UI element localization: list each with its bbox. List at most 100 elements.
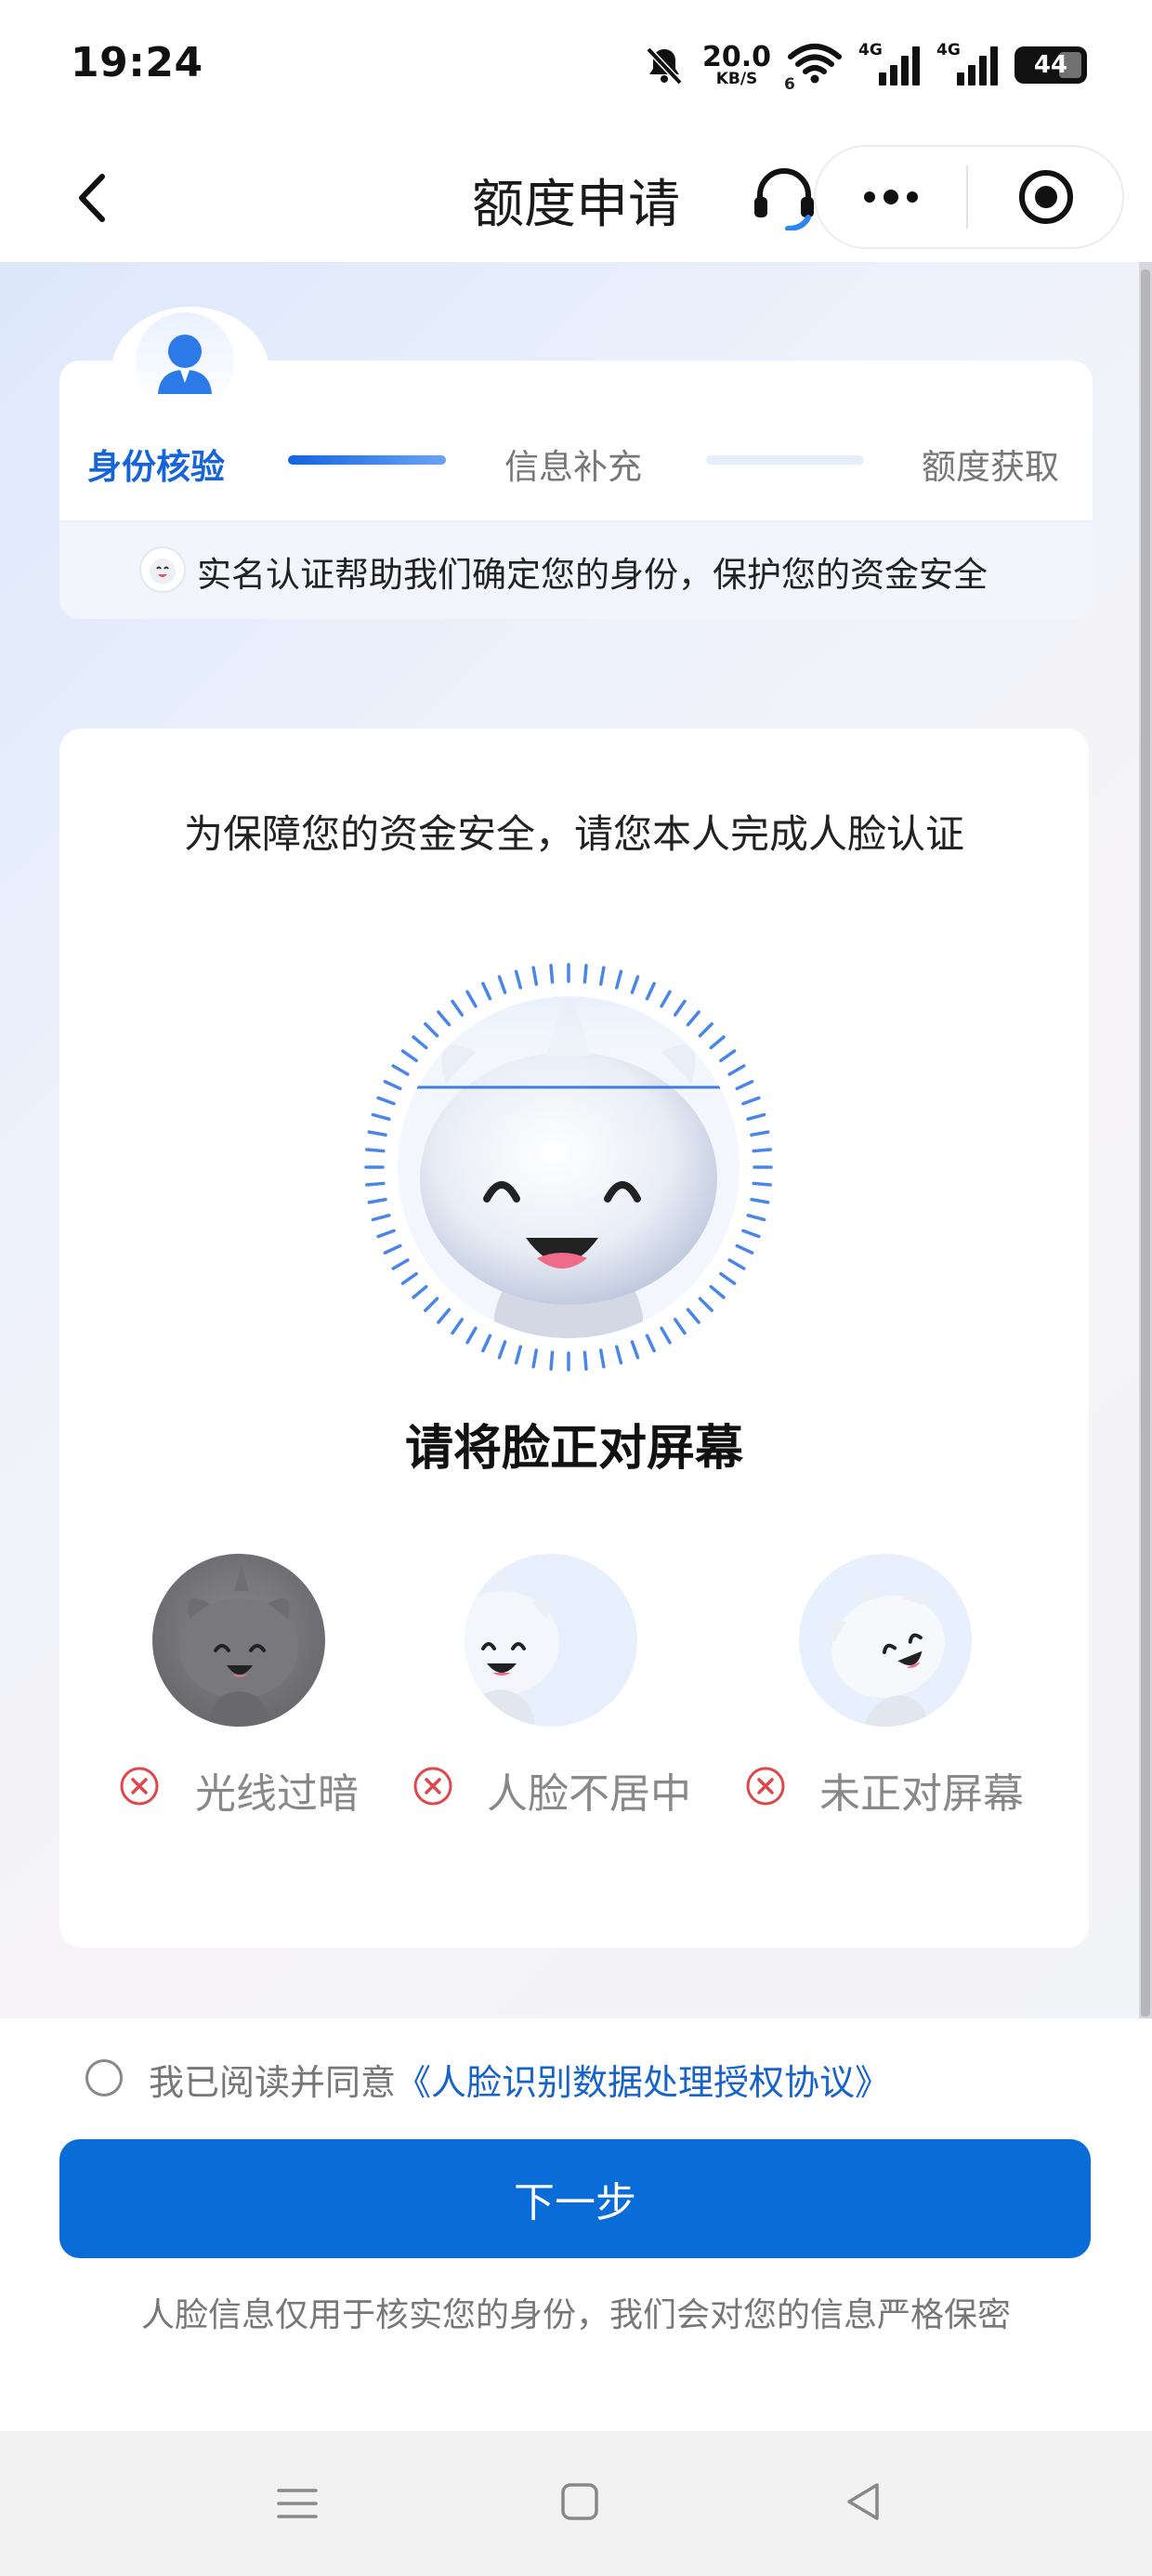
scrollbar-thumb[interactable] [1141,269,1150,2017]
scan-tick [746,1112,766,1121]
headset-icon[interactable] [747,165,821,230]
scan-tick [481,981,492,1001]
wifi-badge: 6 [784,75,795,94]
mascot-icon [139,546,186,593]
example-not-facing [799,1554,972,1727]
step-quota: 额度获取 [922,447,1059,487]
home-icon[interactable] [557,2479,602,2524]
scan-tick [531,966,539,986]
scan-tick [367,1197,387,1204]
example-label-off-center: 人脸不居中 [487,1770,691,1818]
agreement-text: 我已阅读并同意《人脸识别数据处理授权协议》 [149,2054,890,2105]
scan-tick [615,969,623,990]
scan-tick [709,1035,726,1050]
scan-tick [549,964,555,984]
scan-tick [735,1080,754,1091]
scan-tick [598,966,606,986]
scan-tick [750,1197,770,1204]
scan-tick [583,964,588,984]
error-circle-icon [120,1767,159,1806]
agreement-prefix: 我已阅读并同意 [149,2062,397,2103]
next-button[interactable]: 下一步 [59,2139,1091,2258]
agreement-checkbox[interactable] [85,2059,123,2096]
scan-tick [698,1022,713,1038]
step-info: 信息补充 [504,447,642,487]
scan-tick [376,1229,396,1239]
scan-tick [673,999,687,1017]
avatar [136,312,234,411]
scan-tick [598,1348,606,1369]
step-progress-bar-2 [706,455,864,465]
example-label-not-facing: 未正对屏幕 [819,1770,1024,1818]
agreement-link[interactable]: 《人脸识别数据处理授权协议》 [396,2062,890,2103]
target-icon[interactable] [1016,167,1076,227]
scan-tick [750,1130,770,1137]
scan-tick [497,975,507,994]
privacy-note: 人脸信息仅用于核实您的身份，我们会对您的信息严格保密 [140,2296,1011,2334]
scan-tick [645,981,656,1001]
scan-tick [660,990,672,1008]
scan-tick [645,1334,656,1353]
scan-tick [549,1350,555,1371]
scan-tick [383,1080,402,1091]
wifi-indicator: 6 [784,42,842,94]
scan-tick [727,1258,746,1270]
scan-tick [400,1049,418,1063]
scan-tick [437,1308,452,1324]
signal-1: 4G [858,41,920,85]
scan-tick [741,1229,761,1239]
scan-tick [686,1308,700,1324]
face-scan-ring [364,963,773,1372]
scan-tick [514,969,522,990]
scan-tick [630,975,640,994]
scan-tick [735,1243,754,1255]
scan-tick [752,1181,772,1187]
scan-tick [371,1112,391,1121]
scan-tick [451,999,465,1017]
scan-tick [391,1258,410,1270]
status-icons: 20.0 KB/S 6 4G 4G 44 [643,37,1087,94]
more-icon[interactable] [858,180,923,214]
network-speed-unit: KB/S [715,69,758,88]
status-time: 19:24 [71,39,203,86]
signal-2: 4G [936,41,998,85]
signal-2-label: 4G [936,41,961,59]
battery-level: 44 [1033,51,1068,79]
scan-tick [630,1340,640,1360]
scan-tick [412,1284,428,1299]
scan-tick [465,1326,478,1345]
scan-tick [741,1096,761,1106]
scan-tick [391,1064,410,1076]
face-hint: 请将脸正对屏幕 [404,1421,743,1477]
scan-tick [412,1035,428,1050]
error-circle-icon [413,1767,452,1806]
scan-tick [365,1181,386,1187]
scan-tick [514,1345,522,1365]
scan-tick [451,1318,465,1335]
face-title: 为保障您的资金安全，请您本人完成人脸认证 [183,811,964,857]
network-speed: 20.0 KB/S [701,40,771,88]
scan-tick [424,1022,439,1038]
scan-tick [673,1318,687,1335]
step-identity: 身份核验 [87,447,225,487]
scan-tick [383,1243,402,1255]
scan-tick [371,1214,391,1222]
network-speed-value: 20.0 [701,40,771,73]
user-avatar-icon [158,335,212,394]
scan-tick [531,1348,539,1369]
scan-tick [465,990,478,1008]
wifi-icon [788,44,842,84]
signal-1-label: 4G [858,41,883,59]
capsule-divider [966,165,968,229]
scan-tick [686,1010,700,1027]
scan-tick [583,1350,588,1371]
menu-icon[interactable] [275,2481,320,2526]
scan-tick [376,1096,396,1106]
step-progress-bar-1 [288,455,446,465]
scan-tick [698,1296,713,1312]
scan-tick [727,1064,746,1076]
scan-tick [719,1049,737,1063]
back-triangle-icon[interactable] [842,2479,886,2524]
scan-tick [615,1345,623,1365]
scan-tick [660,1326,672,1345]
